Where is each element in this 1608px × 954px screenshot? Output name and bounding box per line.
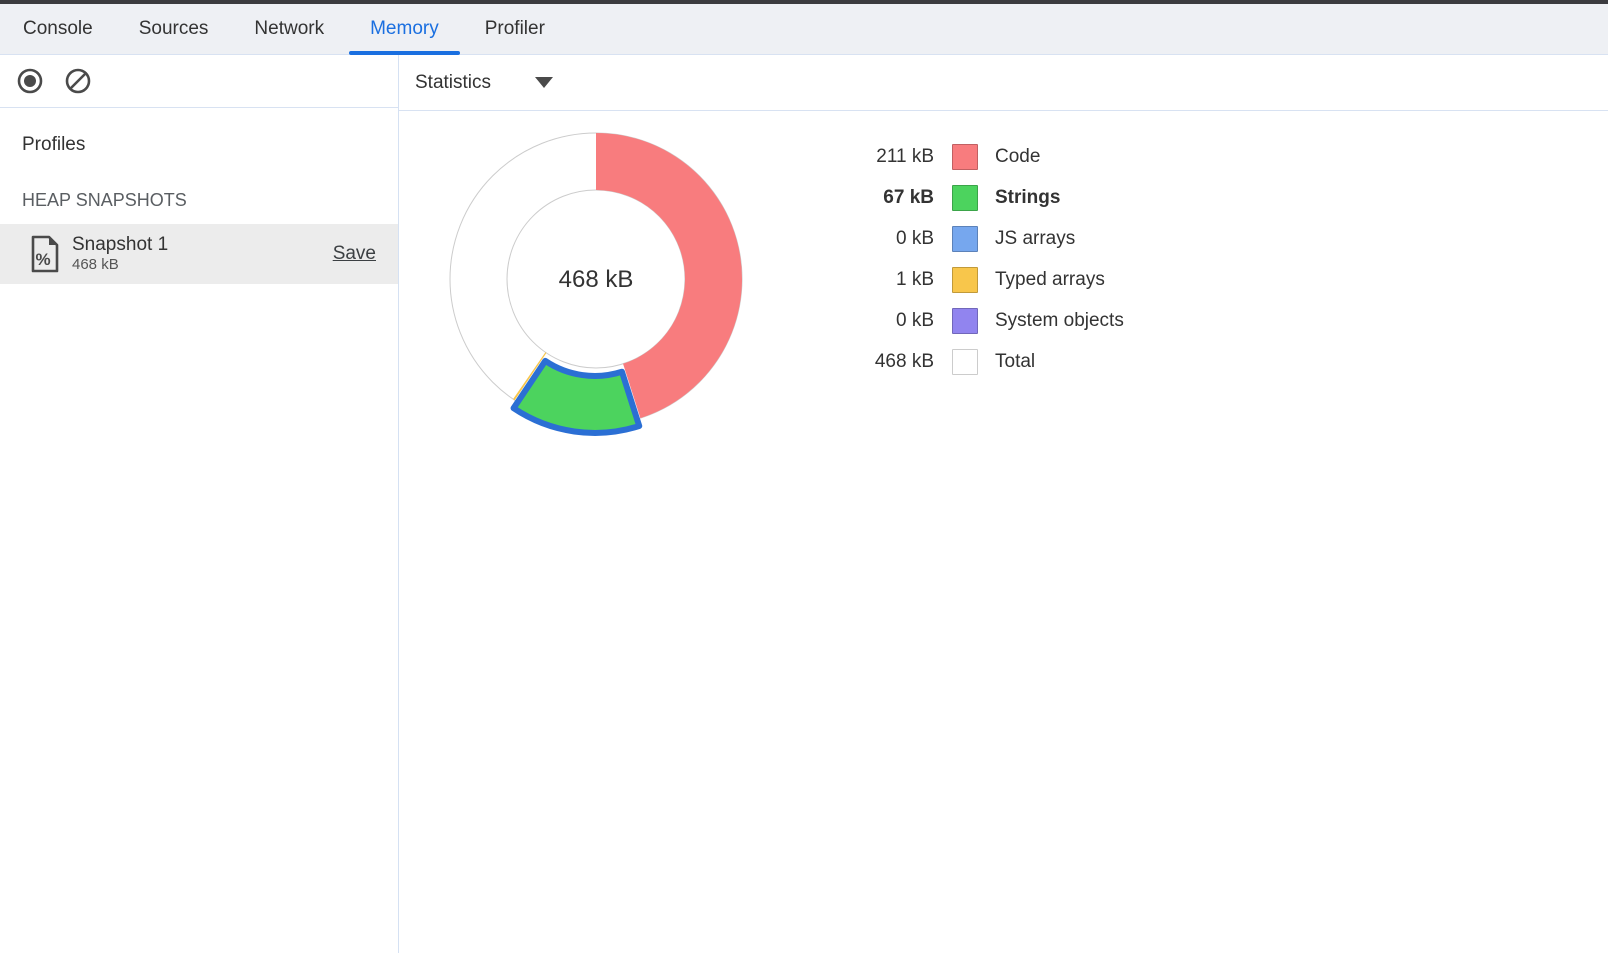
- legend-value: 211 kB: [819, 146, 934, 168]
- legend-row-code[interactable]: 211 kB Code: [819, 136, 1124, 177]
- legend-row-total[interactable]: 468 kB Total: [819, 341, 1124, 382]
- svg-text:%: %: [35, 250, 50, 269]
- legend-value: 67 kB: [819, 187, 934, 209]
- record-icon: [16, 67, 44, 95]
- legend-value: 1 kB: [819, 269, 934, 291]
- chart-legend: 211 kB Code 67 kB Strings 0 kB JS arrays 1 kB T…: [819, 136, 1124, 382]
- legend-label: System objects: [995, 310, 1124, 332]
- legend-value: 468 kB: [819, 351, 934, 373]
- profiles-heading: Profiles: [0, 134, 398, 156]
- donut-chart[interactable]: 468 kB: [436, 119, 756, 439]
- memory-main-pane: Statistics 468 kB 211 kB Code 67 kB Strings…: [399, 55, 1608, 953]
- heap-snapshot-file-icon: %: [30, 235, 60, 273]
- heap-snapshots-section-heading: HEAP SNAPSHOTS: [0, 190, 398, 211]
- legend-swatch: [952, 308, 978, 334]
- chevron-down-icon: [535, 77, 553, 88]
- record-heap-snapshot-button[interactable]: [14, 65, 46, 97]
- legend-value: 0 kB: [819, 310, 934, 332]
- tab-profiler[interactable]: Profiler: [462, 4, 568, 54]
- tab-network[interactable]: Network: [231, 4, 347, 54]
- snapshot-title: Snapshot 1: [72, 234, 333, 256]
- legend-row-typed-arrays[interactable]: 1 kB Typed arrays: [819, 259, 1124, 300]
- legend-label: Code: [995, 146, 1040, 168]
- legend-swatch: [952, 226, 978, 252]
- snapshot-size: 468 kB: [72, 256, 333, 273]
- legend-value: 0 kB: [819, 228, 934, 250]
- tab-sources[interactable]: Sources: [116, 4, 232, 54]
- tab-console[interactable]: Console: [0, 4, 116, 54]
- legend-row-system-objects[interactable]: 0 kB System objects: [819, 300, 1124, 341]
- perspective-select-label: Statistics: [415, 72, 491, 94]
- legend-swatch: [952, 185, 978, 211]
- clear-icon: [64, 67, 92, 95]
- legend-row-strings[interactable]: 67 kB Strings: [819, 177, 1124, 218]
- save-snapshot-link[interactable]: Save: [333, 243, 376, 265]
- profiles-list: Profiles HEAP SNAPSHOTS % Snapshot 1 468…: [0, 108, 398, 953]
- sidebar-toolbar: [0, 55, 398, 108]
- legend-label: Typed arrays: [995, 269, 1105, 291]
- legend-swatch: [952, 267, 978, 293]
- snapshot-text: Snapshot 1 468 kB: [72, 234, 333, 273]
- legend-swatch: [952, 144, 978, 170]
- legend-swatch: [952, 349, 978, 375]
- legend-label: JS arrays: [995, 228, 1075, 250]
- clear-profiles-button[interactable]: [62, 65, 94, 97]
- tab-memory[interactable]: Memory: [347, 4, 462, 54]
- profiles-sidebar: Profiles HEAP SNAPSHOTS % Snapshot 1 468…: [0, 55, 399, 953]
- perspective-select[interactable]: Statistics: [415, 72, 553, 94]
- legend-label: Total: [995, 351, 1035, 373]
- statistics-chart-area: 468 kB 211 kB Code 67 kB Strings 0 kB JS arra…: [399, 111, 1608, 953]
- snapshot-list-item[interactable]: % Snapshot 1 468 kB Save: [0, 224, 398, 284]
- legend-label: Strings: [995, 187, 1060, 209]
- main-toolbar: Statistics: [399, 55, 1608, 111]
- devtools-tab-bar: Console Sources Network Memory Profiler: [0, 4, 1608, 55]
- legend-row-js-arrays[interactable]: 0 kB JS arrays: [819, 218, 1124, 259]
- donut-center-label: 468 kB: [559, 266, 634, 293]
